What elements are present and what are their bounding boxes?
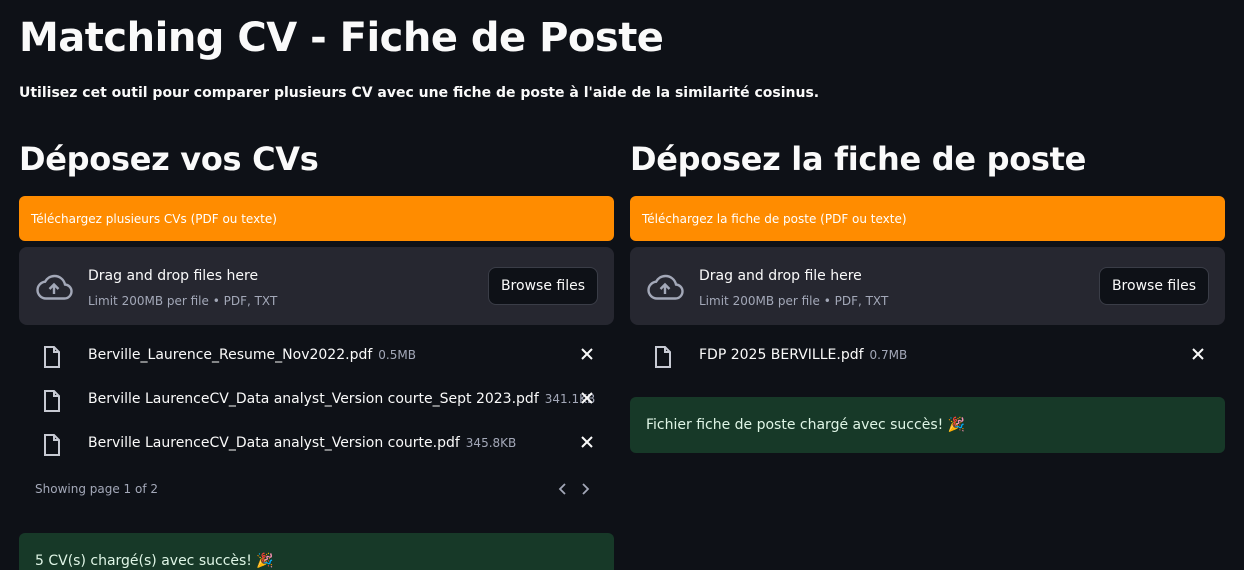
file-icon	[44, 346, 60, 368]
file-name: Berville LaurenceCV_Data analyst_Version…	[88, 391, 539, 407]
dropzone-title: Drag and drop files here	[88, 268, 259, 284]
file-icon	[44, 434, 60, 456]
uploaded-file-row: Berville LaurenceCV_Data analyst_Version…	[19, 424, 614, 464]
pagination-status: Showing page 1 of 2	[35, 482, 158, 496]
file-name: Berville LaurenceCV_Data analyst_Version…	[88, 435, 460, 451]
cv-dropzone[interactable]: Drag and drop files here Limit 200MB per…	[19, 247, 614, 325]
remove-file-close-icon[interactable]	[1191, 347, 1205, 361]
cloud-upload-icon	[36, 274, 73, 300]
browse-files-button[interactable]: Browse files	[487, 267, 598, 305]
cv-upload-column: Déposez vos CVs Téléchargez plusieurs CV…	[19, 138, 614, 570]
page-title: Matching CV - Fiche de Poste	[19, 15, 664, 61]
file-icon	[655, 346, 671, 368]
job-section-heading: Déposez la fiche de poste	[630, 140, 1087, 178]
file-size: 345.8KB	[465, 436, 517, 450]
remove-file-close-icon[interactable]	[580, 391, 594, 405]
uploaded-file-row: Berville_Laurence_Resume_Nov2022.pdf 0.5M…	[19, 336, 614, 376]
file-icon	[44, 390, 60, 412]
uploaded-file-row: FDP 2025 BERVILLE.pdf 0.7MB	[630, 336, 1225, 376]
file-size: 0.5MB	[378, 348, 416, 362]
cv-section-heading: Déposez vos CVs	[19, 140, 319, 178]
chevron-right-icon[interactable]	[581, 482, 591, 496]
file-name: Berville_Laurence_Resume_Nov2022.pdf	[88, 347, 373, 363]
dropzone-title: Drag and drop file here	[699, 268, 862, 284]
job-dropzone[interactable]: Drag and drop file here Limit 200MB per …	[630, 247, 1225, 325]
job-upload-column: Déposez la fiche de poste Téléchargez la…	[630, 138, 1225, 453]
dropzone-limit: Limit 200MB per file • PDF, TXT	[699, 294, 889, 308]
file-size: 0.7MB	[869, 348, 908, 362]
job-success-alert: Fichier fiche de poste chargé avec succè…	[630, 397, 1225, 453]
cv-success-alert: 5 CV(s) chargé(s) avec succès! 🎉	[19, 533, 614, 570]
chevron-left-icon[interactable]	[557, 482, 567, 496]
remove-file-close-icon[interactable]	[580, 435, 594, 449]
dropzone-limit: Limit 200MB per file • PDF, TXT	[88, 294, 278, 308]
remove-file-close-icon[interactable]	[580, 347, 594, 361]
job-upload-banner: Téléchargez la fiche de poste (PDF ou te…	[630, 196, 1225, 241]
uploaded-file-row: Berville LaurenceCV_Data analyst_Version…	[19, 380, 614, 420]
file-name: FDP 2025 BERVILLE.pdf	[699, 347, 864, 363]
cloud-upload-icon	[647, 274, 684, 300]
browse-files-button[interactable]: Browse files	[1098, 267, 1209, 305]
cv-upload-banner: Téléchargez plusieurs CVs (PDF ou texte)	[19, 196, 614, 241]
app-page: Matching CV - Fiche de Poste Utilisez ce…	[0, 0, 1244, 570]
page-subtitle: Utilisez cet outil pour comparer plusieu…	[19, 85, 820, 101]
